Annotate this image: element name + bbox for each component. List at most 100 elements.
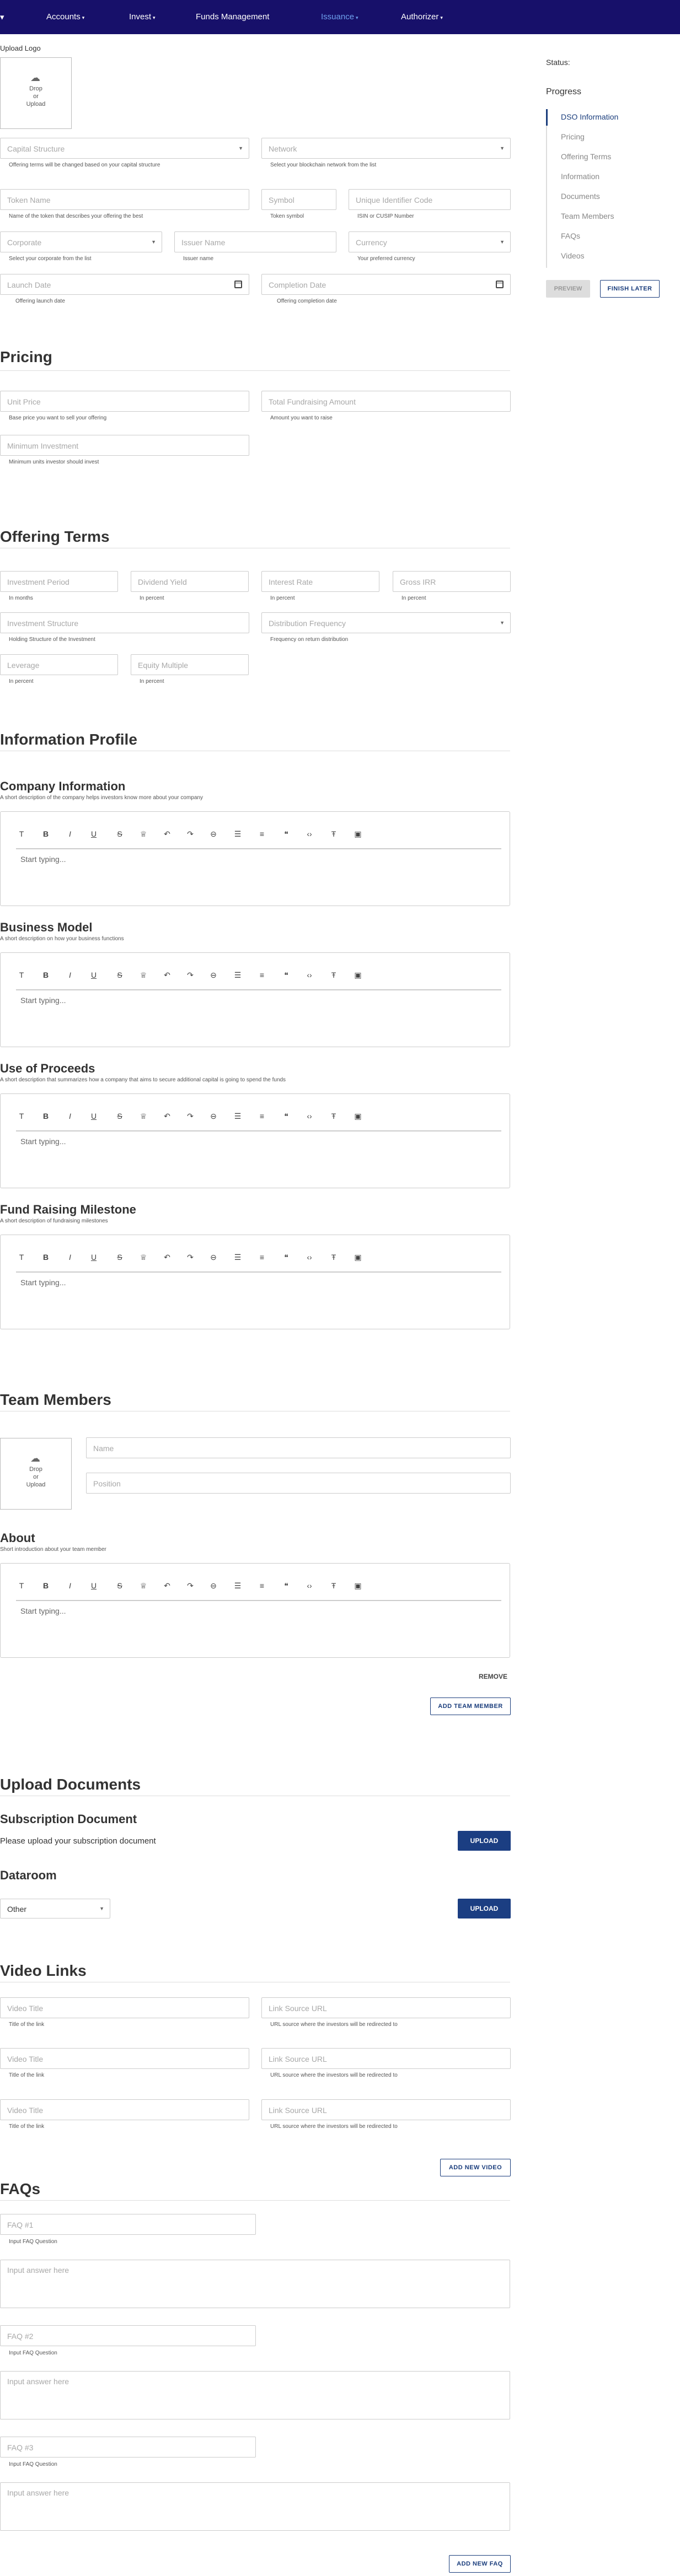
undo-icon[interactable]: ↶	[162, 1112, 173, 1121]
distribution-frequency-select[interactable]: Distribution Frequency ▼	[261, 612, 511, 633]
italic-icon[interactable]: I	[65, 829, 76, 838]
underline-icon[interactable]: U	[88, 1253, 99, 1262]
code-icon[interactable]: ‹›	[304, 829, 315, 838]
save-icon[interactable]: ▣	[352, 1581, 363, 1591]
nav-invest[interactable]: Invest ▾	[129, 12, 156, 21]
bold-icon[interactable]: B	[40, 1253, 51, 1262]
undo-icon[interactable]: ↶	[162, 829, 173, 839]
bullet-list-icon[interactable]: ☰	[232, 971, 243, 980]
team-member-photo-dropzone[interactable]: ☁ Drop or Upload	[0, 1438, 72, 1510]
bullet-list-icon[interactable]: ☰	[232, 1253, 243, 1262]
video-link-input[interactable]: Link Source URL	[261, 1997, 511, 2018]
quote-icon[interactable]: ❝	[281, 1112, 292, 1121]
redo-icon[interactable]: ↷	[185, 829, 196, 839]
clear-format-icon[interactable]: Ŧ	[328, 1112, 339, 1120]
quote-icon[interactable]: ❝	[281, 1581, 292, 1591]
strikethrough-icon[interactable]: S	[114, 1253, 125, 1262]
token-name-input[interactable]: Token Name	[0, 189, 249, 210]
faq-question-input[interactable]: FAQ #2	[0, 2325, 256, 2346]
sidebar-step-documents[interactable]: Documents	[561, 192, 600, 201]
redo-icon[interactable]: ↷	[185, 1253, 196, 1262]
nav-funds-management[interactable]: Funds Management	[196, 12, 269, 21]
quote-icon[interactable]: ❝	[281, 971, 292, 980]
add-team-member-button[interactable]: ADD TEAM MEMBER	[430, 1697, 511, 1715]
link-icon[interactable]: ⊖	[208, 971, 219, 980]
sidebar-step-offering-terms[interactable]: Offering Terms	[561, 152, 611, 161]
network-select[interactable]: Network ▼	[261, 138, 511, 159]
italic-icon[interactable]: I	[65, 1253, 76, 1262]
code-icon[interactable]: ‹›	[304, 971, 315, 979]
remove-team-member-button[interactable]: REMOVE	[479, 1673, 507, 1680]
interest-rate-input[interactable]: Interest Rate	[261, 571, 379, 592]
save-icon[interactable]: ▣	[352, 971, 363, 980]
editor-placeholder[interactable]: Start typing...	[20, 1607, 66, 1615]
upload-dataroom-button[interactable]: UPLOAD	[458, 1899, 511, 1918]
faq-question-input[interactable]: FAQ #3	[0, 2437, 256, 2458]
clear-format-icon[interactable]: Ŧ	[328, 829, 339, 838]
highlight-icon[interactable]: ♕	[138, 829, 149, 839]
faq-question-input[interactable]: FAQ #1	[0, 2214, 256, 2235]
text-format-icon[interactable]: T	[16, 829, 27, 838]
save-icon[interactable]: ▣	[352, 829, 363, 839]
highlight-icon[interactable]: ♕	[138, 1253, 149, 1262]
undo-icon[interactable]: ↶	[162, 971, 173, 980]
undo-icon[interactable]: ↶	[162, 1253, 173, 1262]
add-new-faq-button[interactable]: ADD NEW FAQ	[449, 2555, 511, 2573]
sidebar-step-pricing[interactable]: Pricing	[561, 132, 585, 141]
strikethrough-icon[interactable]: S	[114, 1581, 125, 1590]
strikethrough-icon[interactable]: S	[114, 971, 125, 979]
calendar-icon[interactable]	[496, 281, 504, 288]
faq-answer-input[interactable]: Input answer here	[0, 2371, 510, 2419]
company-information-editor[interactable]: T B I U S ♕ ↶ ↷ ⊖ ☰ ≡ ❝ ‹› Ŧ ▣ Start typing...	[0, 811, 510, 906]
strikethrough-icon[interactable]: S	[114, 1112, 125, 1120]
text-format-icon[interactable]: T	[16, 971, 27, 979]
faq-answer-input[interactable]: Input answer here	[0, 2482, 510, 2531]
completion-date-input[interactable]: Completion Date	[261, 274, 511, 295]
dataroom-type-select[interactable]: Other ▼	[0, 1899, 110, 1918]
investment-period-input[interactable]: Investment Period	[0, 571, 118, 592]
sidebar-step-information[interactable]: Information	[561, 172, 599, 181]
bullet-list-icon[interactable]: ☰	[232, 1581, 243, 1591]
redo-icon[interactable]: ↷	[185, 1112, 196, 1121]
corporate-select[interactable]: Corporate ▼	[0, 231, 162, 252]
numbered-list-icon[interactable]: ≡	[256, 1112, 267, 1120]
code-icon[interactable]: ‹›	[304, 1112, 315, 1120]
underline-icon[interactable]: U	[88, 829, 99, 838]
equity-multiple-input[interactable]: Equity Multiple	[131, 654, 249, 675]
italic-icon[interactable]: I	[65, 1581, 76, 1590]
nav-accounts[interactable]: Accounts ▾	[46, 12, 84, 21]
capital-structure-select[interactable]: Capital Structure ▼	[0, 138, 249, 159]
bold-icon[interactable]: B	[40, 1581, 51, 1590]
about-editor[interactable]: T B I U S ♕ ↶ ↷ ⊖ ☰ ≡ ❝ ‹› Ŧ ▣ Start typing...	[0, 1563, 510, 1658]
bullet-list-icon[interactable]: ☰	[232, 1112, 243, 1121]
finish-later-button[interactable]: FINISH LATER	[600, 280, 660, 298]
text-format-icon[interactable]: T	[16, 1112, 27, 1120]
text-format-icon[interactable]: T	[16, 1581, 27, 1590]
nav-issuance[interactable]: Issuance ▾	[321, 12, 358, 21]
save-icon[interactable]: ▣	[352, 1112, 363, 1121]
leverage-input[interactable]: Leverage	[0, 654, 118, 675]
highlight-icon[interactable]: ♕	[138, 1581, 149, 1591]
unique-identifier-input[interactable]: Unique Identifier Code	[349, 189, 511, 210]
preview-button[interactable]: PREVIEW	[546, 280, 590, 298]
link-icon[interactable]: ⊖	[208, 1253, 219, 1262]
quote-icon[interactable]: ❝	[281, 829, 292, 839]
numbered-list-icon[interactable]: ≡	[256, 1253, 267, 1262]
save-icon[interactable]: ▣	[352, 1253, 363, 1262]
redo-icon[interactable]: ↷	[185, 1581, 196, 1591]
video-title-input[interactable]: Video Title	[0, 2048, 249, 2069]
issuer-name-input[interactable]: Issuer Name	[174, 231, 336, 252]
underline-icon[interactable]: U	[88, 971, 99, 979]
faq-answer-input[interactable]: Input answer here	[0, 2260, 510, 2308]
sidebar-step-faqs[interactable]: FAQs	[561, 231, 580, 240]
undo-icon[interactable]: ↶	[162, 1581, 173, 1591]
underline-icon[interactable]: U	[88, 1112, 99, 1120]
minimum-investment-input[interactable]: Minimum Investment	[0, 435, 249, 456]
bold-icon[interactable]: B	[40, 971, 51, 979]
editor-placeholder[interactable]: Start typing...	[20, 1278, 66, 1287]
highlight-icon[interactable]: ♕	[138, 1112, 149, 1121]
fund-raising-milestone-editor[interactable]: T B I U S ♕ ↶ ↷ ⊖ ☰ ≡ ❝ ‹› Ŧ ▣ Start typing...	[0, 1235, 510, 1329]
unit-price-input[interactable]: Unit Price	[0, 391, 249, 412]
underline-icon[interactable]: U	[88, 1581, 99, 1590]
business-model-editor[interactable]: T B I U S ♕ ↶ ↷ ⊖ ☰ ≡ ❝ ‹› Ŧ ▣ Start typing...	[0, 952, 510, 1047]
